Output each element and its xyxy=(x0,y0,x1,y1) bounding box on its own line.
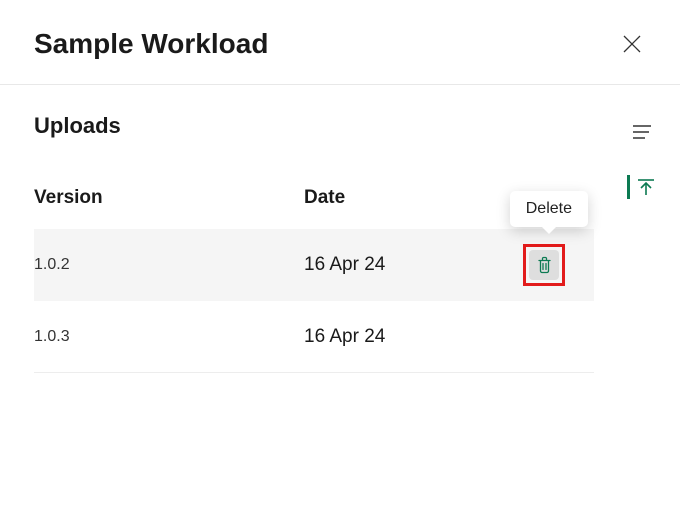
dialog-header: Sample Workload xyxy=(0,0,680,85)
table-row: 1.0.2 16 Apr 24 Delete xyxy=(34,229,594,301)
cell-actions xyxy=(504,244,584,286)
upload-icon xyxy=(636,177,656,197)
close-button[interactable] xyxy=(618,30,646,58)
column-header-date: Date xyxy=(304,187,504,209)
delete-tooltip: Delete xyxy=(510,191,588,227)
close-icon xyxy=(622,34,642,54)
cell-date: 16 Apr 24 xyxy=(304,254,504,276)
trash-icon xyxy=(536,256,553,274)
content-area: Uploads Version Date 1.0.2 16 Apr 24 Del… xyxy=(0,85,600,373)
indicator-bar xyxy=(627,175,630,199)
column-header-version: Version xyxy=(34,187,304,209)
page-title: Sample Workload xyxy=(34,28,268,60)
section-title: Uploads xyxy=(34,113,600,139)
cell-version: 1.0.2 xyxy=(34,256,304,274)
uploads-table: Version Date 1.0.2 16 Apr 24 Delete 1.0.… xyxy=(34,187,594,373)
side-toolbar xyxy=(627,122,656,199)
menu-button[interactable] xyxy=(629,122,655,145)
annotation-highlight xyxy=(523,244,565,286)
menu-lines-icon xyxy=(631,124,653,140)
table-row: 1.0.3 16 Apr 24 xyxy=(34,301,594,373)
cell-date: 16 Apr 24 xyxy=(304,326,504,348)
delete-button[interactable] xyxy=(529,250,559,280)
upload-action[interactable] xyxy=(627,175,656,199)
cell-version: 1.0.3 xyxy=(34,328,304,346)
